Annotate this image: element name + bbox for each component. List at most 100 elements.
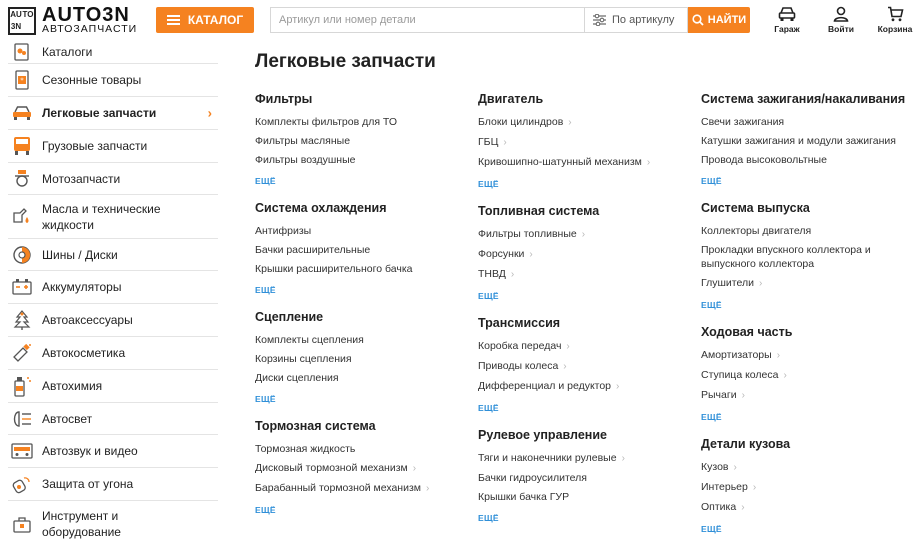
subcategory-link[interactable]: Глушители › [701, 276, 906, 291]
category-title[interactable]: Ходовая часть [701, 325, 906, 339]
subcategory-link[interactable]: Провода высоковольтные [701, 153, 906, 167]
sidebar-item-chemistry[interactable]: Автохимия [8, 370, 218, 403]
subcategory-link[interactable]: Крышки расширительного бачка [255, 262, 470, 276]
subcategory-link[interactable]: Диски сцепления [255, 371, 470, 385]
logo[interactable]: AU TO 3N AUTO3N АВТОЗАПЧАСТИ [8, 5, 137, 35]
subcategory-link[interactable]: Ступица колеса › [701, 368, 906, 383]
subcategory-link[interactable]: Оптика › [701, 500, 906, 515]
category-title[interactable]: Сцепление [255, 310, 470, 324]
subcategory-label: Барабанный тормозной механизм [255, 482, 421, 494]
more-link[interactable]: ЕЩЁ [701, 176, 906, 186]
search-input[interactable] [270, 7, 584, 33]
spray-icon [11, 342, 33, 364]
subcategory-link[interactable]: Тяги и наконечники рулевые › [478, 451, 693, 466]
sidebar-item-seasonal[interactable]: * Сезонные товары [8, 64, 218, 97]
category-title[interactable]: Система охлаждения [255, 201, 470, 215]
chevron-right-icon: › [733, 462, 737, 473]
subcategory-link[interactable]: Бачки расширительные [255, 243, 470, 257]
subcategory-link[interactable]: ТНВД › [478, 267, 693, 282]
more-link[interactable]: ЕЩЁ [255, 505, 470, 515]
more-link[interactable]: ЕЩЁ [255, 285, 470, 295]
subcategory-link[interactable]: Прокладки впускного коллектора и выпускн… [701, 243, 906, 271]
subcategory-label: Бачки гидроусилителя [478, 472, 587, 484]
subcategory-link[interactable]: Дисковый тормозной механизм › [255, 461, 470, 476]
category-title[interactable]: Система зажигания/накаливания [701, 92, 906, 106]
category-title[interactable]: Двигатель [478, 92, 693, 106]
subcategory-link[interactable]: Тормозная жидкость [255, 442, 470, 456]
chemistry-icon [11, 375, 33, 397]
more-link[interactable]: ЕЩЁ [478, 291, 693, 301]
sidebar-item-oils[interactable]: Масла и технические жидкости [8, 195, 218, 239]
subcategory-link[interactable]: ГБЦ › [478, 135, 693, 150]
cart-link[interactable]: Корзина [878, 6, 912, 34]
subcategory-label: Комплекты сцепления [255, 334, 364, 346]
subcategory-link[interactable]: Барабанный тормозной механизм › [255, 481, 470, 496]
subcategory-link[interactable]: Крышки бачка ГУР [478, 490, 693, 504]
subcategory-link[interactable]: Комплекты фильтров для ТО [255, 115, 470, 129]
more-link[interactable]: ЕЩЁ [701, 300, 906, 310]
garage-link[interactable]: Гараж [770, 6, 804, 34]
header: AU TO 3N AUTO3N АВТОЗАПЧАСТИ КАТАЛОГ По … [0, 0, 920, 40]
category-title[interactable]: Тормозная система [255, 419, 470, 433]
subcategory-link[interactable]: Приводы колеса › [478, 359, 693, 374]
subcategory-link[interactable]: Антифризы [255, 224, 470, 238]
sidebar-item-trucks[interactable]: Грузовые запчасти [8, 130, 218, 163]
category-title[interactable]: Система выпуска [701, 201, 906, 215]
subcategory-label: ТНВД [478, 268, 506, 280]
sidebar-item-lights[interactable]: Автосвет [8, 403, 218, 435]
sidebar-item-catalogs[interactable]: Каталоги [8, 40, 218, 64]
sidebar-item-batteries[interactable]: Аккумуляторы [8, 271, 218, 304]
subcategory-label: Фильтры топливные [478, 228, 577, 240]
subcategory-link[interactable]: Кузов › [701, 460, 906, 475]
chevron-right-icon: › [783, 370, 787, 381]
sidebar-item-tires[interactable]: Шины / Диски [8, 239, 218, 271]
subcategory-link[interactable]: Коллекторы двигателя [701, 224, 906, 238]
search-button[interactable]: НАЙТИ [688, 7, 750, 33]
sidebar-item-cosmetics[interactable]: Автокосметика [8, 337, 218, 370]
more-link[interactable]: ЕЩЁ [478, 403, 693, 413]
more-link[interactable]: ЕЩЁ [701, 412, 906, 422]
sidebar-item-moto[interactable]: Мотозапчасти [8, 163, 218, 195]
subcategory-link[interactable]: Фильтры топливные › [478, 227, 693, 242]
sidebar-item-label: Автозвук и видео [42, 444, 138, 458]
subcategory-link[interactable]: Фильтры воздушные [255, 153, 470, 167]
more-link[interactable]: ЕЩЁ [478, 179, 693, 189]
category-title[interactable]: Рулевое управление [478, 428, 693, 442]
subcategory-link[interactable]: Коробка передач › [478, 339, 693, 354]
subcategory-label: Катушки зажигания и модули зажигания [701, 135, 896, 147]
more-link[interactable]: ЕЩЁ [255, 176, 470, 186]
search-mode-selector[interactable]: По артикулу [584, 7, 688, 33]
subcategory-label: Тормозная жидкость [255, 443, 356, 455]
subcategory-link[interactable]: Рычаги › [701, 388, 906, 403]
more-link[interactable]: ЕЩЁ [478, 513, 693, 523]
subcategory-link[interactable]: Кривошипно-шатунный механизм › [478, 155, 693, 170]
sidebar-item-accessories[interactable]: Автоаксессуары [8, 304, 218, 337]
subcategory-link[interactable]: Свечи зажигания [701, 115, 906, 129]
subcategory-link[interactable]: Комплекты сцепления [255, 333, 470, 347]
subcategory-link[interactable]: Амортизаторы › [701, 348, 906, 363]
subcategory-link[interactable]: Корзины сцепления [255, 352, 470, 366]
subcategory-link[interactable]: Блоки цилиндров › [478, 115, 693, 130]
user-icon [833, 6, 849, 22]
category-title[interactable]: Трансмиссия [478, 316, 693, 330]
sidebar-item-tools[interactable]: Инструмент и оборудование [8, 501, 218, 539]
more-link[interactable]: ЕЩЁ [701, 524, 906, 534]
subcategory-link[interactable]: Интерьер › [701, 480, 906, 495]
subcategory-link[interactable]: Бачки гидроусилителя [478, 471, 693, 485]
subcategory-label: Бачки расширительные [255, 244, 371, 256]
category-title[interactable]: Топливная система [478, 204, 693, 218]
sidebar-item-passenger[interactable]: Легковые запчасти › [8, 97, 218, 130]
subcategory-link[interactable]: Фильтры масляные [255, 134, 470, 148]
category-title[interactable]: Детали кузова [701, 437, 906, 451]
subcategory-link[interactable]: Форсунки › [478, 247, 693, 262]
more-link[interactable]: ЕЩЁ [255, 394, 470, 404]
catalog-button[interactable]: КАТАЛОГ [156, 7, 254, 33]
sidebar-item-antitheft[interactable]: Защита от угона [8, 468, 218, 501]
category-title[interactable]: Фильтры [255, 92, 470, 106]
login-link[interactable]: Войти [824, 6, 858, 34]
category-block: Ходовая часть Амортизаторы › Ступица колеса… [701, 325, 906, 422]
subcategory-link[interactable]: Дифференциал и редуктор › [478, 379, 693, 394]
sidebar-item-audio[interactable]: Автозвук и видео [8, 435, 218, 468]
page-title: Легковые запчасти [255, 51, 436, 72]
subcategory-link[interactable]: Катушки зажигания и модули зажигания [701, 134, 906, 148]
